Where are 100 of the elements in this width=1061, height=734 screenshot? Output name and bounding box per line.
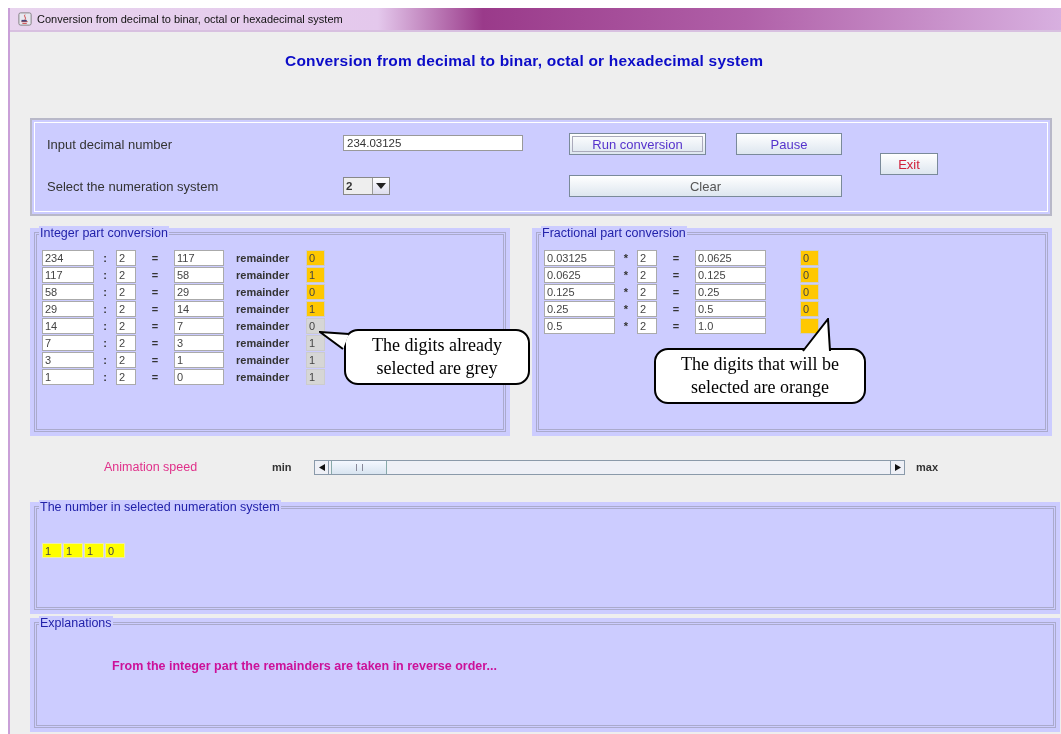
operator: * [622, 268, 630, 281]
equals-sign: = [150, 353, 160, 366]
divisor-field: 2 [116, 351, 136, 368]
exit-button[interactable]: Exit [880, 153, 938, 175]
dividend-field: 14 [42, 317, 94, 334]
remainder-digit: 1 [306, 266, 325, 283]
callout-text: The digits already selected are grey [371, 334, 503, 380]
window-title: Conversion from decimal to binar, octal or hexadecimal system [37, 13, 343, 25]
operator: : [102, 319, 108, 332]
remainder-label: remainder [235, 319, 291, 332]
product-field: 1.0 [695, 317, 766, 334]
operator: * [622, 319, 630, 332]
remainder-digit: 0 [306, 317, 325, 334]
dividend-field: 7 [42, 334, 94, 351]
operator: : [102, 353, 108, 366]
panel-title: Fractional part conversion [541, 226, 687, 240]
product-field: 0.25 [695, 283, 766, 300]
panel-title: Integer part conversion [39, 226, 169, 240]
system-label: Select the numeration system [47, 179, 220, 194]
divisor-field: 2 [116, 300, 136, 317]
remainder-label: remainder [235, 353, 291, 366]
operator: : [102, 285, 108, 298]
operator: : [102, 268, 108, 281]
quotient-field: 29 [174, 283, 224, 300]
operator: * [622, 251, 630, 264]
product-field: 0.125 [695, 266, 766, 283]
dividend-field: 117 [42, 266, 94, 283]
max-label: max [916, 461, 940, 473]
divisor-field: 2 [116, 334, 136, 351]
factor-field: 0.03125 [544, 249, 615, 266]
quotient-field: 117 [174, 249, 224, 266]
quotient-field: 1 [174, 351, 224, 368]
clear-button[interactable]: Clear [569, 175, 842, 197]
remainder-label: remainder [235, 370, 291, 383]
quotient-field: 0 [174, 368, 224, 385]
equals-sign: = [150, 285, 160, 298]
dividend-field: 3 [42, 351, 94, 368]
equals-sign: = [671, 302, 681, 315]
equals-sign: = [150, 251, 160, 264]
operator: : [102, 370, 108, 383]
equals-sign: = [150, 370, 160, 383]
factor-field: 0.125 [544, 283, 615, 300]
remainder-digit: 0 [306, 249, 325, 266]
remainder-digit: 1 [306, 368, 325, 385]
equals-sign: = [150, 302, 160, 315]
pause-button[interactable]: Pause [736, 133, 842, 155]
quotient-field: 3 [174, 334, 224, 351]
decimal-input-field[interactable]: 234.03125 [343, 135, 523, 151]
dividend-field: 58 [42, 283, 94, 300]
system-dropdown[interactable]: 2 [343, 177, 390, 195]
fraction-digit: 0 [800, 300, 819, 317]
operator: * [622, 285, 630, 298]
operator: : [102, 251, 108, 264]
remainder-digit: 0 [306, 283, 325, 300]
result-digit: 1 [42, 543, 62, 558]
callout-text: The digits that will be selected are orange [680, 353, 840, 399]
remainder-label: remainder [235, 302, 291, 315]
equals-sign: = [671, 285, 681, 298]
multiplier-field: 2 [637, 283, 657, 300]
dividend-field: 29 [42, 300, 94, 317]
panel-title: The number in selected numeration system [39, 500, 281, 514]
divisor-field: 2 [116, 283, 136, 300]
explanation-text: From the integer part the remainders are taken in reverse order... [112, 659, 498, 673]
divisor-field: 2 [116, 249, 136, 266]
input-label: Input decimal number [47, 137, 173, 152]
fraction-digit: 0 [800, 266, 819, 283]
result-digit: 1 [84, 543, 104, 558]
divisor-field: 2 [116, 266, 136, 283]
page-heading: Conversion from decimal to binar, octal or hexadecimal system [284, 51, 765, 71]
remainder-digit: 1 [306, 300, 325, 317]
multiplier-field: 2 [637, 249, 657, 266]
fraction-digit: 0 [800, 249, 819, 266]
multiplier-field: 2 [637, 266, 657, 283]
divisor-field: 2 [116, 317, 136, 334]
operator: : [102, 336, 108, 349]
equals-sign: = [150, 319, 160, 332]
multiplier-field: 2 [637, 317, 657, 334]
fraction-digit: 0 [800, 283, 819, 300]
equals-sign: = [671, 319, 681, 332]
panel-title: Explanations [39, 616, 113, 630]
quotient-field: 7 [174, 317, 224, 334]
dropdown-arrow-icon [376, 183, 386, 189]
equals-sign: = [150, 268, 160, 281]
result-digit: 0 [105, 543, 125, 558]
remainder-label: remainder [235, 268, 291, 281]
equals-sign: = [671, 268, 681, 281]
dividend-field: 234 [42, 249, 94, 266]
run-conversion-button[interactable]: Run conversion [569, 133, 706, 155]
factor-field: 0.0625 [544, 266, 615, 283]
equals-sign: = [150, 336, 160, 349]
remainder-label: remainder [235, 285, 291, 298]
quotient-field: 14 [174, 300, 224, 317]
animation-speed-label: Animation speed [103, 460, 199, 474]
remainder-label: remainder [235, 336, 291, 349]
result-digit: 1 [63, 543, 83, 558]
remainder-digit: 1 [306, 351, 325, 368]
min-label: min [272, 461, 293, 473]
multiplier-field: 2 [637, 300, 657, 317]
factor-field: 0.25 [544, 300, 615, 317]
remainder-label: remainder [235, 251, 291, 264]
